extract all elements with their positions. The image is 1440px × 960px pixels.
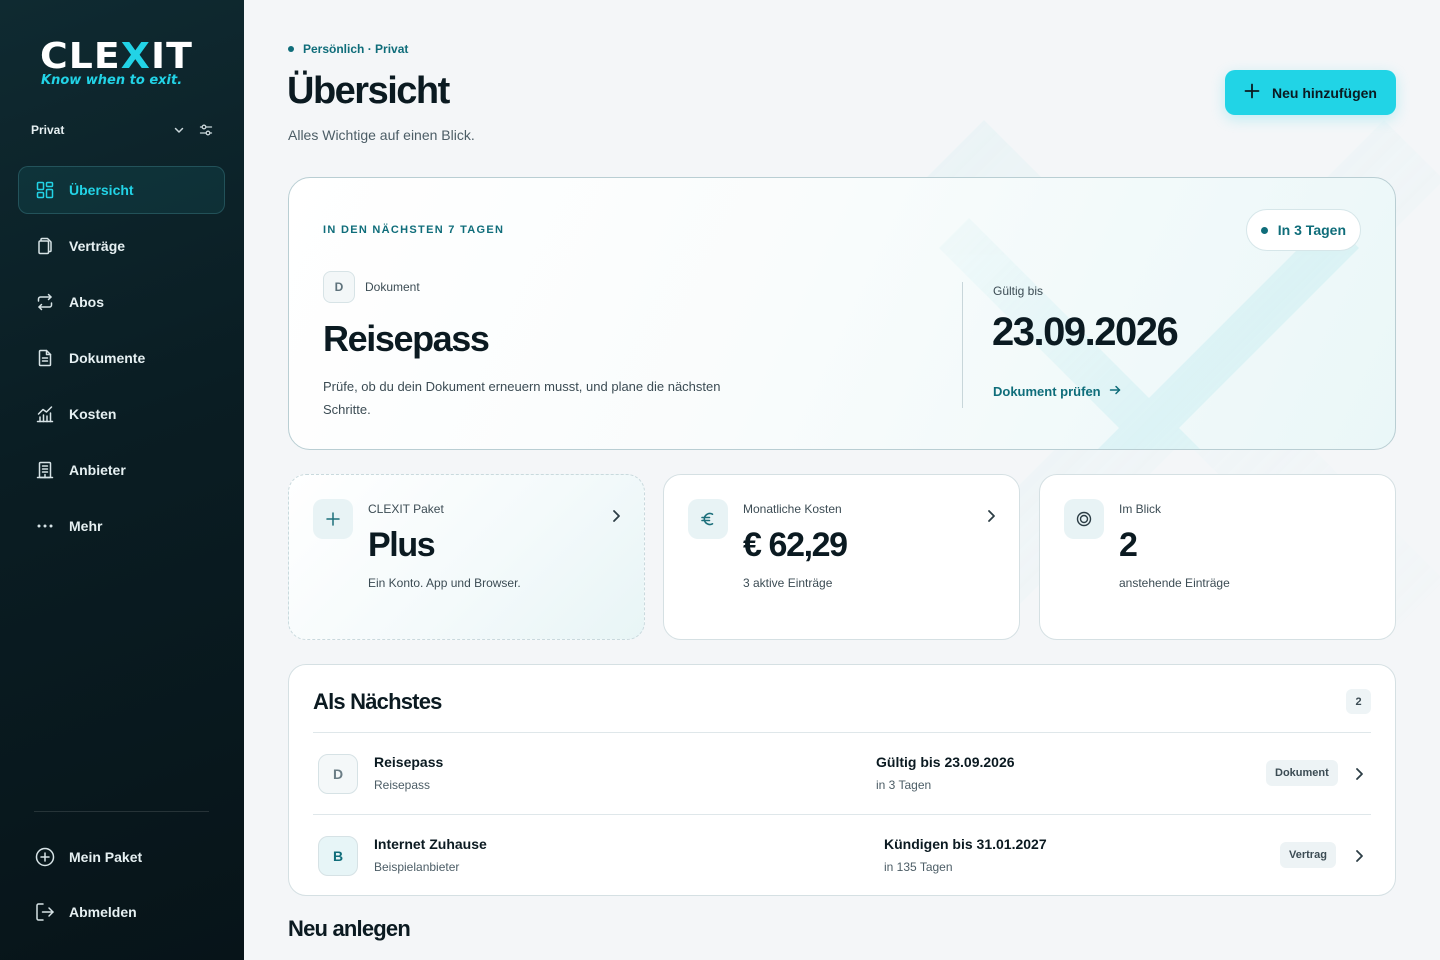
- add-new-label: Neu hinzufügen: [1272, 84, 1377, 101]
- contracts-icon: [35, 236, 55, 256]
- sidebar-item-label: Kosten: [69, 406, 117, 422]
- sidebar-item-anbieter[interactable]: Anbieter: [18, 446, 225, 494]
- profile-label: Privat: [31, 123, 65, 137]
- stat-value: 2: [1119, 526, 1138, 564]
- due-pill-text: In 3 Tagen: [1277, 222, 1346, 238]
- breadcrumb-text: Persönlich · Privat: [303, 42, 409, 56]
- chevron-right-icon[interactable]: [985, 509, 997, 528]
- type-label: Dokument: [365, 280, 420, 294]
- create-new-section-title: Neu anlegen: [288, 916, 411, 941]
- valid-until-label: Gültig bis: [993, 284, 1044, 298]
- plus-icon: [1244, 83, 1272, 102]
- sidebar-item-mein-paket[interactable]: Mein Paket: [18, 833, 225, 881]
- arrow-right-icon: [1101, 384, 1121, 399]
- sidebar-item-label: Mehr: [69, 518, 103, 534]
- chevron-right-icon[interactable]: [1353, 767, 1365, 786]
- hero-item-name: Reisepass: [323, 318, 490, 359]
- sidebar-item-label: Abmelden: [69, 904, 137, 920]
- euro-icon: [688, 499, 728, 539]
- sidebar-item-label: Dokumente: [69, 350, 146, 366]
- row-subtitle: Beispielanbieter: [374, 860, 460, 874]
- stat-value: Plus: [368, 526, 436, 564]
- upcoming-hero-card[interactable]: IN DEN NÄCHSTEN 7 TAGEN In 3 Tagen D Dok…: [288, 177, 1396, 450]
- valid-until-date: 23.09.2026: [992, 310, 1179, 354]
- row-deadline-relative: in 135 Tagen: [884, 860, 953, 874]
- sidebar: CLEXIT Know when to exit. Privat Übersic…: [0, 0, 244, 960]
- breadcrumb[interactable]: Persönlich · Privat: [288, 42, 408, 56]
- sidebar-item-label: Anbieter: [69, 462, 126, 478]
- main-nav: Übersicht Verträge Abos Dokumente Kosten: [18, 166, 225, 558]
- clexit-logo[interactable]: CLEXIT Know when to exit.: [40, 39, 210, 88]
- plus-circle-icon: [35, 847, 55, 867]
- sidebar-item-vertraege[interactable]: Verträge: [18, 222, 225, 270]
- stat-label: CLEXIT Paket: [368, 502, 444, 516]
- row-category-tag: Vertrag: [1280, 842, 1336, 868]
- page-title: Übersicht: [287, 70, 450, 112]
- row-type-badge: D: [318, 754, 358, 794]
- hero-kicker: IN DEN NÄCHSTEN 7 TAGEN: [323, 224, 505, 236]
- sidebar-item-label: Abos: [69, 294, 104, 310]
- next-up-panel: Als Nächstes 2 D Reisepass Reisepass Gül…: [288, 664, 1396, 896]
- sidebar-item-label: Übersicht: [69, 182, 134, 198]
- bottom-nav: Mein Paket Abmelden: [18, 833, 225, 943]
- next-up-count-badge: 2: [1346, 689, 1371, 714]
- next-up-row[interactable]: D Reisepass Reisepass Gültig bis 23.09.2…: [313, 732, 1371, 814]
- cost-chart-icon: [35, 404, 55, 424]
- dashboard-grid-icon: [35, 180, 55, 200]
- row-deadline: Kündigen bis 31.01.2027: [884, 836, 1047, 852]
- hero-description: Prüfe, ob du dein Dokument erneuern muss…: [323, 379, 721, 417]
- sidebar-divider: [34, 811, 209, 812]
- row-category-tag: Dokument: [1266, 760, 1338, 786]
- page-subtitle: Alles Wichtige auf einen Blick.: [288, 127, 475, 143]
- chevron-right-icon[interactable]: [610, 509, 622, 528]
- profile-switcher[interactable]: Privat: [31, 120, 213, 140]
- stat-card-monthly-costs[interactable]: Monatliche Kosten € 62,29 3 aktive Eintr…: [663, 474, 1020, 640]
- logo-wordmark: CLEXIT: [40, 36, 193, 77]
- stat-label: Im Blick: [1119, 502, 1161, 516]
- provider-building-icon: [35, 460, 55, 480]
- sidebar-item-uebersicht[interactable]: Übersicht: [18, 166, 225, 214]
- due-pill: In 3 Tagen: [1245, 209, 1361, 251]
- type-badge: D: [323, 271, 355, 303]
- sidebar-item-abmelden[interactable]: Abmelden: [18, 888, 225, 936]
- row-subtitle: Reisepass: [374, 778, 431, 792]
- row-title: Reisepass: [374, 754, 444, 770]
- stat-sub: 3 aktive Einträge: [743, 576, 833, 590]
- sidebar-item-label: Mein Paket: [69, 849, 143, 865]
- next-up-title: Als Nächstes: [313, 689, 442, 714]
- logout-icon: [35, 902, 55, 922]
- sidebar-item-mehr[interactable]: Mehr: [18, 502, 225, 550]
- chevron-right-icon[interactable]: [1353, 849, 1365, 868]
- check-document-label: Dokument prüfen: [993, 384, 1101, 399]
- target-icon: [1064, 499, 1104, 539]
- stat-sub: anstehende Einträge: [1119, 576, 1230, 590]
- breadcrumb-dot: [288, 46, 294, 52]
- stat-card-package[interactable]: CLEXIT Paket Plus Ein Konto. App und Bro…: [288, 474, 645, 640]
- stat-value: € 62,29: [743, 526, 848, 564]
- row-deadline: Gültig bis 23.09.2026: [876, 754, 1015, 770]
- next-up-row[interactable]: B Internet Zuhause Beispielanbieter Künd…: [313, 814, 1371, 896]
- row-title: Internet Zuhause: [374, 836, 487, 852]
- more-dots-icon: [35, 516, 55, 536]
- stat-card-in-view[interactable]: Im Blick 2 anstehende Einträge: [1039, 474, 1396, 640]
- sidebar-item-abos[interactable]: Abos: [18, 278, 225, 326]
- sliders-icon[interactable]: [199, 123, 213, 137]
- check-document-link[interactable]: Dokument prüfen: [993, 384, 1121, 399]
- row-type-badge: B: [318, 836, 358, 876]
- sidebar-item-dokumente[interactable]: Dokumente: [18, 334, 225, 382]
- sidebar-item-kosten[interactable]: Kosten: [18, 390, 225, 438]
- stat-sub: Ein Konto. App und Browser.: [368, 576, 521, 590]
- add-new-button[interactable]: Neu hinzufügen: [1225, 70, 1396, 115]
- stat-label: Monatliche Kosten: [743, 502, 842, 516]
- plus-icon: [313, 499, 353, 539]
- repeat-icon: [35, 292, 55, 312]
- due-dot: [1260, 226, 1268, 234]
- document-icon: [35, 348, 55, 368]
- row-deadline-relative: in 3 Tagen: [876, 778, 932, 792]
- main-content: Persönlich · Privat Übersicht Alles Wich…: [244, 0, 1440, 960]
- hero-type: D Dokument: [323, 271, 420, 303]
- chevron-down-icon[interactable]: [173, 124, 185, 136]
- hero-divider: [962, 282, 963, 408]
- sidebar-item-label: Verträge: [69, 238, 126, 254]
